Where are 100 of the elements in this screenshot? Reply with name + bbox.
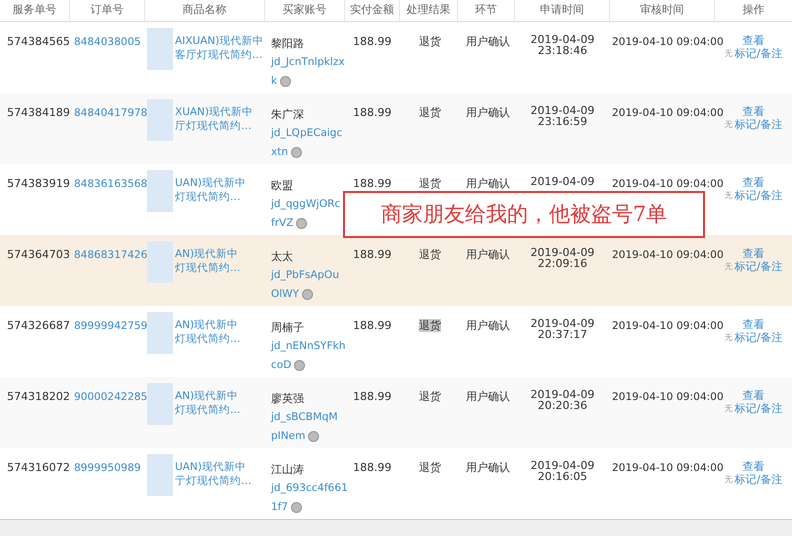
column-header: 操作 xyxy=(742,2,764,18)
table-cell: 188.99 xyxy=(353,35,392,48)
table-cell: 188.99 xyxy=(353,319,392,332)
mark-note-link[interactable]: 标记/备注 xyxy=(734,189,782,202)
mark-note-link[interactable]: 标记/备注 xyxy=(734,260,782,273)
none-label: 无 xyxy=(724,119,733,131)
view-link[interactable]: 查看 xyxy=(742,318,764,331)
view-link[interactable]: 查看 xyxy=(742,247,764,260)
order-link[interactable]: 89999942759 xyxy=(74,320,148,332)
buyer-name: 周楠子 xyxy=(271,320,305,336)
table-cell: 用户确认 xyxy=(466,248,510,261)
table-cell: 23:18:46 xyxy=(538,45,588,56)
mark-note-link[interactable]: 标记/备注 xyxy=(734,331,782,344)
buyer-account-link[interactable]: 1f7 xyxy=(271,498,288,517)
buyer-account-link[interactable]: jd_qggWjORc xyxy=(271,195,340,214)
table-cell: 退货 xyxy=(419,248,441,261)
mark-note-link[interactable]: 标记/备注 xyxy=(734,473,782,486)
product-link[interactable]: 灯现代简约… xyxy=(175,332,240,346)
table-cell: 188.99 xyxy=(353,248,392,261)
buyer-account-link[interactable]: jd_693cc4f661 xyxy=(271,479,348,498)
table-cell: 2019-04-09 xyxy=(530,34,594,45)
view-link[interactable]: 查看 xyxy=(742,389,764,402)
order-link[interactable]: 84840417978 xyxy=(74,107,148,119)
column-header: 订单号 xyxy=(90,2,124,18)
none-label: 无 xyxy=(724,474,733,486)
table-cell: 20:16:05 xyxy=(538,471,588,482)
buyer-name: 江山涛 xyxy=(271,462,305,478)
buyer-account-link[interactable]: jd_PbFsApOu xyxy=(271,266,340,285)
product-link[interactable]: AN)现代新中 xyxy=(175,389,240,403)
table-cell: 退货 xyxy=(419,177,441,190)
order-link[interactable]: 84836163568 xyxy=(74,178,148,190)
buyer-name: 廖英强 xyxy=(271,391,305,407)
buyer-account-link[interactable]: jd_sBCBMqM xyxy=(271,408,338,427)
table-cell: 用户确认 xyxy=(466,106,510,119)
mark-note-link[interactable]: 标记/备注 xyxy=(734,47,782,60)
redaction-block xyxy=(147,99,173,141)
none-label: 无 xyxy=(724,190,733,202)
redaction-block xyxy=(147,312,173,354)
product-link[interactable]: 厅灯现代简约… xyxy=(175,119,254,133)
view-link[interactable]: 查看 xyxy=(742,460,764,473)
scrollbar-track[interactable] xyxy=(0,519,792,536)
table-cell: 退货 xyxy=(419,319,441,332)
product-link[interactable]: UAN)现代新中 xyxy=(175,460,252,474)
table-cell: 574326687 xyxy=(7,319,70,332)
redaction-block xyxy=(147,28,173,70)
buyer-account-link[interactable]: coD xyxy=(271,356,292,375)
buyer-name: 朱广深 xyxy=(271,107,305,123)
product-link[interactable]: AN)现代新中 xyxy=(175,318,240,332)
table-cell: 20:20:36 xyxy=(538,400,588,411)
column-header: 实付金额 xyxy=(350,2,394,18)
product-link[interactable]: 灯现代简约… xyxy=(175,261,240,275)
product-link[interactable]: UAN)现代新中 xyxy=(175,176,246,190)
none-label: 无 xyxy=(724,261,733,273)
order-link[interactable]: 8999950989 xyxy=(74,462,141,474)
order-link[interactable]: 8484038005 xyxy=(74,36,141,48)
buyer-account-link[interactable]: xtn xyxy=(271,143,288,162)
table-cell: 574384189 xyxy=(7,106,70,119)
buyer-account-link[interactable]: k xyxy=(271,72,278,91)
table-cell: 2019-04-10 09:04:00 xyxy=(612,391,724,403)
buyer-account-link[interactable]: frVZ xyxy=(271,214,294,233)
column-header: 商品名称 xyxy=(182,2,226,18)
buyer-account-link[interactable]: pINem xyxy=(271,427,306,446)
view-link[interactable]: 查看 xyxy=(742,34,764,47)
redaction-block xyxy=(147,454,173,496)
table-cell: 2019-04-10 09:04:00 xyxy=(612,249,724,261)
order-link[interactable]: 90000242285 xyxy=(74,391,148,403)
order-link[interactable]: 84868317426 xyxy=(74,249,148,261)
table-cell: 574364703 xyxy=(7,248,70,261)
none-label: 无 xyxy=(724,403,733,415)
none-label: 无 xyxy=(724,332,733,344)
column-header: 处理结果 xyxy=(406,2,450,18)
product-link[interactable]: 灯现代简约… xyxy=(175,190,246,204)
buyer-account-link[interactable]: jd_LQpECaigc xyxy=(271,124,342,143)
product-link[interactable]: XUAN)现代新中 xyxy=(175,105,254,119)
table-cell: 用户确认 xyxy=(466,390,510,403)
mark-note-link[interactable]: 标记/备注 xyxy=(734,402,782,415)
table-cell: 22:09:16 xyxy=(538,258,588,269)
buyer-name: 欧盟 xyxy=(271,178,294,194)
table-cell: 23:16:59 xyxy=(538,116,588,127)
table-cell: 2019-04-10 09:04:00 xyxy=(612,107,724,119)
column-header: 环节 xyxy=(475,2,497,18)
product-link[interactable]: AIXUAN)现代新中 xyxy=(175,34,264,48)
view-link[interactable]: 查看 xyxy=(742,105,764,118)
table-cell: 2019-04-10 09:04:00 xyxy=(612,462,724,474)
product-link[interactable]: 亍灯现代简约… xyxy=(175,474,252,488)
buyer-account-link[interactable]: jd_JcnTnlpklzx xyxy=(271,53,345,72)
product-link[interactable]: AN)现代新中 xyxy=(175,247,240,261)
mark-note-link[interactable]: 标记/备注 xyxy=(734,118,782,131)
buyer-account-link[interactable]: OlWY xyxy=(271,285,299,304)
table-cell: 2019-04-09 xyxy=(530,460,594,471)
buyer-account-link[interactable]: jd_nENnSYFkh xyxy=(271,337,346,356)
column-header: 申请时间 xyxy=(540,2,584,18)
product-link[interactable]: 客厅灯现代简约… xyxy=(175,48,264,62)
table-cell: 用户确认 xyxy=(466,177,510,190)
table-cell: 退货 xyxy=(419,461,441,474)
view-link[interactable]: 查看 xyxy=(742,176,764,189)
product-link[interactable]: 灯现代简约… xyxy=(175,403,240,417)
column-header: 服务单号 xyxy=(12,2,56,18)
table-cell: 20:37:17 xyxy=(538,329,588,340)
table-cell: 574384565 xyxy=(7,35,70,48)
